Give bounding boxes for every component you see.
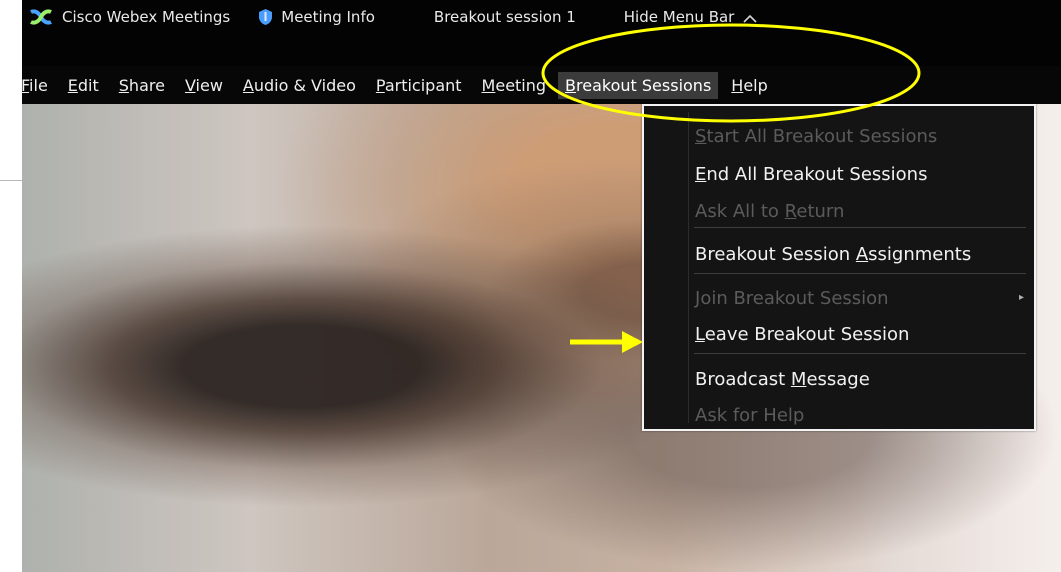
menu-file[interactable]: File xyxy=(22,72,55,99)
menu-gutter xyxy=(688,112,689,423)
menu-breakout-sessions[interactable]: Breakout Sessions xyxy=(558,71,719,99)
shield-icon xyxy=(258,8,273,26)
hide-menu-bar-button[interactable]: Hide Menu Bar xyxy=(624,8,759,26)
menu-meeting[interactable]: Meeting xyxy=(475,72,554,99)
menu-share[interactable]: Share xyxy=(112,72,172,99)
left-divider xyxy=(0,180,22,181)
menu-edit[interactable]: Edit xyxy=(61,72,106,99)
breakout-sessions-dropdown: Start All Breakout Sessions End All Brea… xyxy=(642,104,1036,431)
ask-all-to-return: Ask All to Return xyxy=(695,201,845,222)
broadcast-message[interactable]: Broadcast Message xyxy=(695,369,870,390)
breakout-session-label: Breakout session 1 xyxy=(433,8,576,26)
menu-audio-video[interactable]: Audio & Video xyxy=(236,72,363,99)
title-row: Cisco Webex Meetings Meeting Info Breako… xyxy=(22,0,758,34)
end-all-breakout-sessions[interactable]: End All Breakout Sessions xyxy=(695,164,927,185)
join-breakout-session: Join Breakout Session xyxy=(695,288,889,309)
hide-menu-bar-label: Hide Menu Bar xyxy=(623,8,735,26)
menu-participant[interactable]: Participant xyxy=(369,72,469,99)
meeting-info-button[interactable]: Meeting Info xyxy=(258,8,375,26)
start-all-breakout-sessions: Start All Breakout Sessions xyxy=(695,126,938,147)
webex-logo-icon xyxy=(28,8,54,26)
app-title-text: Cisco Webex Meetings xyxy=(62,8,231,26)
app-title[interactable]: Cisco Webex Meetings xyxy=(28,8,230,26)
left-strip xyxy=(0,0,22,572)
menu-separator xyxy=(694,353,1026,354)
chevron-up-icon xyxy=(742,11,758,23)
webex-window: Cisco Webex Meetings Meeting Info Breako… xyxy=(22,0,1061,572)
menu-separator xyxy=(694,273,1026,274)
meeting-info-label: Meeting Info xyxy=(281,8,375,26)
menu-view[interactable]: View xyxy=(178,72,230,99)
leave-breakout-session[interactable]: Leave Breakout Session xyxy=(695,324,909,345)
menu-separator xyxy=(694,227,1026,228)
menu-help[interactable]: Help xyxy=(724,72,774,99)
breakout-session-assignments[interactable]: Breakout Session Assignments xyxy=(695,244,971,265)
breakout-session-title: Breakout session 1 xyxy=(434,8,576,26)
ask-for-help: Ask for Help xyxy=(695,405,805,426)
chevron-right-icon: ▸ xyxy=(1018,292,1024,303)
menu-bar: File Edit Share View Audio & Video Parti… xyxy=(22,68,775,102)
